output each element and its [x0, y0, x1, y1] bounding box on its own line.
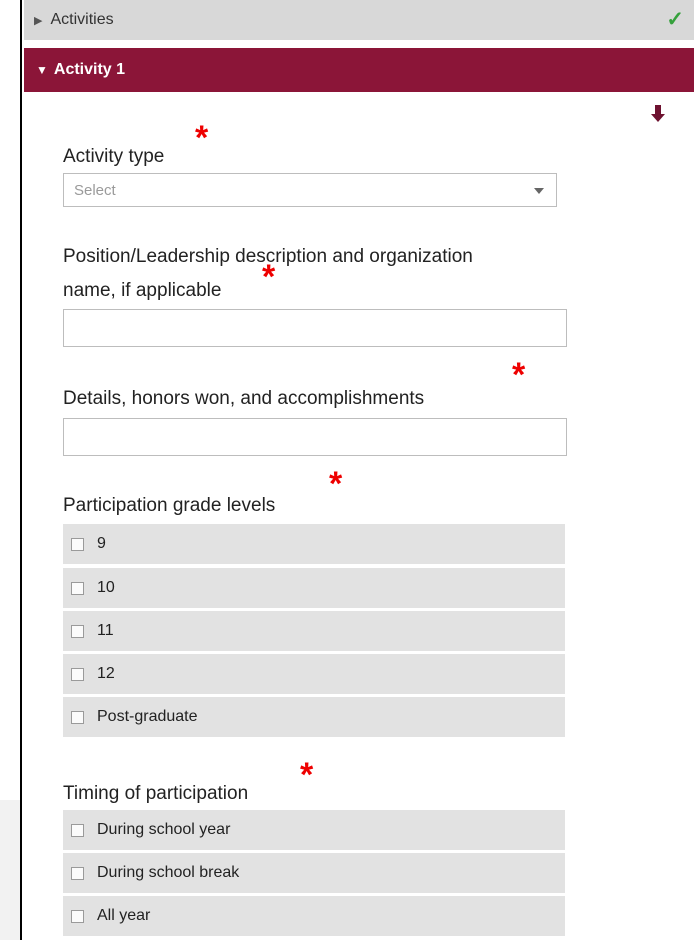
- checkmark-icon: ✓: [666, 8, 684, 31]
- grade-option-12[interactable]: 12: [63, 654, 565, 694]
- required-asterisk: *: [329, 465, 343, 503]
- details-input[interactable]: [63, 418, 567, 456]
- checkbox[interactable]: [71, 823, 84, 837]
- timing-option-label: During school year: [97, 821, 231, 838]
- checkbox[interactable]: [71, 537, 84, 551]
- timing-option-label: All year: [97, 907, 151, 924]
- grade-option-9[interactable]: 9: [63, 524, 565, 564]
- grade-option-label: Post-graduate: [97, 708, 198, 725]
- activity-1-label: Activity 1: [53, 61, 126, 78]
- collapsed-triangle-icon: ▶: [34, 14, 43, 27]
- activity-type-selected-value: Select: [74, 181, 116, 199]
- position-label-line2: name, if applicable: [63, 280, 222, 301]
- grade-levels-label: Participation grade levels: [63, 495, 276, 516]
- grade-option-10[interactable]: 10: [63, 568, 565, 608]
- activities-section-header[interactable]: ▶ Activities ✓: [24, 0, 694, 40]
- activity-type-select[interactable]: Select: [63, 173, 557, 207]
- required-asterisk: *: [262, 258, 276, 296]
- position-input[interactable]: [63, 309, 567, 347]
- arrow-down-icon[interactable]: [651, 104, 665, 124]
- grade-option-post-graduate[interactable]: Post-graduate: [63, 697, 565, 737]
- expanded-triangle-icon: ▼: [36, 63, 48, 77]
- activities-panel: ▶ Activities ✓ ▼ Activity 1 * Activity t…: [24, 0, 694, 940]
- grade-option-label: 11: [97, 622, 114, 639]
- required-asterisk: *: [195, 119, 209, 157]
- checkbox[interactable]: [71, 710, 84, 724]
- grade-option-11[interactable]: 11: [63, 611, 565, 651]
- timing-option-all-year[interactable]: All year: [63, 896, 565, 936]
- checkbox[interactable]: [71, 909, 84, 923]
- timing-option-label: During school break: [97, 864, 240, 881]
- activities-section-label: Activities: [50, 11, 114, 28]
- left-background: [0, 800, 20, 940]
- timing-label: Timing of participation: [63, 783, 249, 804]
- checkbox[interactable]: [71, 624, 84, 638]
- chevron-down-icon: [534, 188, 544, 194]
- checkbox[interactable]: [71, 581, 84, 595]
- timing-option-school-year[interactable]: During school year: [63, 810, 565, 850]
- grade-option-label: 9: [97, 535, 106, 552]
- checkbox[interactable]: [71, 866, 84, 880]
- panel-left-border: [20, 0, 22, 940]
- required-asterisk: *: [300, 756, 314, 794]
- details-label: Details, honors won, and accomplishments: [63, 388, 425, 409]
- grade-option-label: 12: [97, 665, 115, 682]
- timing-option-school-break[interactable]: During school break: [63, 853, 565, 893]
- grade-option-label: 10: [97, 579, 115, 596]
- checkbox[interactable]: [71, 667, 84, 681]
- required-asterisk: *: [512, 356, 526, 394]
- activity-1-header[interactable]: ▼ Activity 1: [24, 48, 694, 92]
- activity-type-label: Activity type: [63, 146, 165, 167]
